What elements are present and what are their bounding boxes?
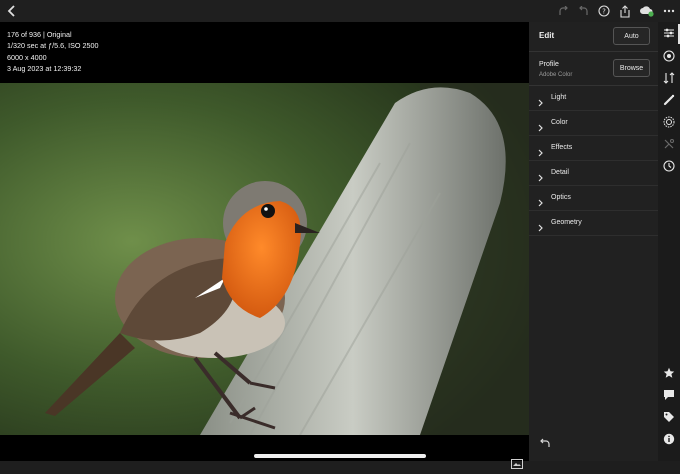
photo-exposure: 1/320 sec at ƒ/5.6, ISO 2500 (7, 41, 99, 51)
rating-star-icon[interactable] (662, 366, 676, 380)
section-label: Color (551, 119, 568, 126)
browse-button[interactable]: Browse (613, 59, 650, 77)
image-canvas[interactable] (0, 22, 529, 469)
filmstrip-toggle-icon[interactable] (511, 456, 523, 469)
section-light[interactable]: Light (529, 86, 658, 111)
section-geometry[interactable]: Geometry (529, 211, 658, 236)
chevron-right-icon (537, 169, 544, 182)
section-color[interactable]: Color (529, 111, 658, 136)
chevron-right-icon (537, 94, 544, 107)
section-label: Geometry (551, 219, 582, 226)
selective-edit-icon[interactable] (662, 137, 676, 151)
chevron-right-icon (537, 144, 544, 157)
cloud-sync-icon[interactable] (639, 3, 655, 19)
photo-dimensions: 6000 x 4000 (7, 52, 47, 62)
profile-value: Adobe Color (539, 72, 573, 78)
photo-info-overlay: 176 of 936 | Original 1/320 sec at ƒ/5.6… (7, 29, 99, 75)
healing-brush-icon[interactable] (662, 93, 676, 107)
section-label: Optics (551, 194, 571, 201)
help-icon[interactable]: ? (596, 3, 612, 19)
section-label: Detail (551, 169, 569, 176)
section-label: Effects (551, 144, 573, 151)
masking-icon[interactable] (662, 115, 676, 129)
section-label: Light (551, 94, 567, 101)
edit-header: Edit Auto (529, 22, 658, 52)
auto-button[interactable]: Auto (613, 27, 650, 45)
section-optics[interactable]: Optics (529, 186, 658, 211)
undo-icon[interactable] (576, 3, 592, 19)
more-icon[interactable] (661, 3, 677, 19)
reset-edits-icon[interactable] (539, 435, 551, 447)
section-effects[interactable]: Effects (529, 136, 658, 161)
versions-icon[interactable] (662, 71, 676, 85)
comments-icon[interactable] (662, 388, 676, 402)
photo-robin[interactable] (0, 83, 529, 435)
tool-rail (658, 22, 680, 461)
edit-panel: Edit Auto Profile Adobe Color Browse Lig… (529, 22, 658, 461)
photo-date: 3 Aug 2023 at 12:39:32 (7, 64, 82, 74)
keywords-tag-icon[interactable] (662, 410, 676, 424)
chevron-right-icon (537, 219, 544, 232)
chevron-right-icon (537, 119, 544, 132)
redo-icon[interactable] (555, 3, 571, 19)
photo-position: 176 of 936 | Original (7, 30, 72, 39)
chevron-right-icon (537, 194, 544, 207)
presets-icon[interactable] (662, 49, 676, 63)
top-toolbar: ? (0, 0, 680, 22)
edit-sliders-icon[interactable] (662, 26, 676, 40)
home-indicator[interactable] (254, 454, 426, 458)
edit-title: Edit (539, 31, 555, 40)
profile-label: Profile (539, 61, 559, 68)
svg-text:?: ? (602, 8, 606, 16)
profile-row[interactable]: Profile Adobe Color Browse (529, 52, 658, 86)
back-icon[interactable] (4, 3, 20, 19)
history-icon[interactable] (662, 159, 676, 173)
section-detail[interactable]: Detail (529, 161, 658, 186)
info-icon[interactable] (662, 432, 676, 446)
share-icon[interactable] (617, 3, 633, 19)
